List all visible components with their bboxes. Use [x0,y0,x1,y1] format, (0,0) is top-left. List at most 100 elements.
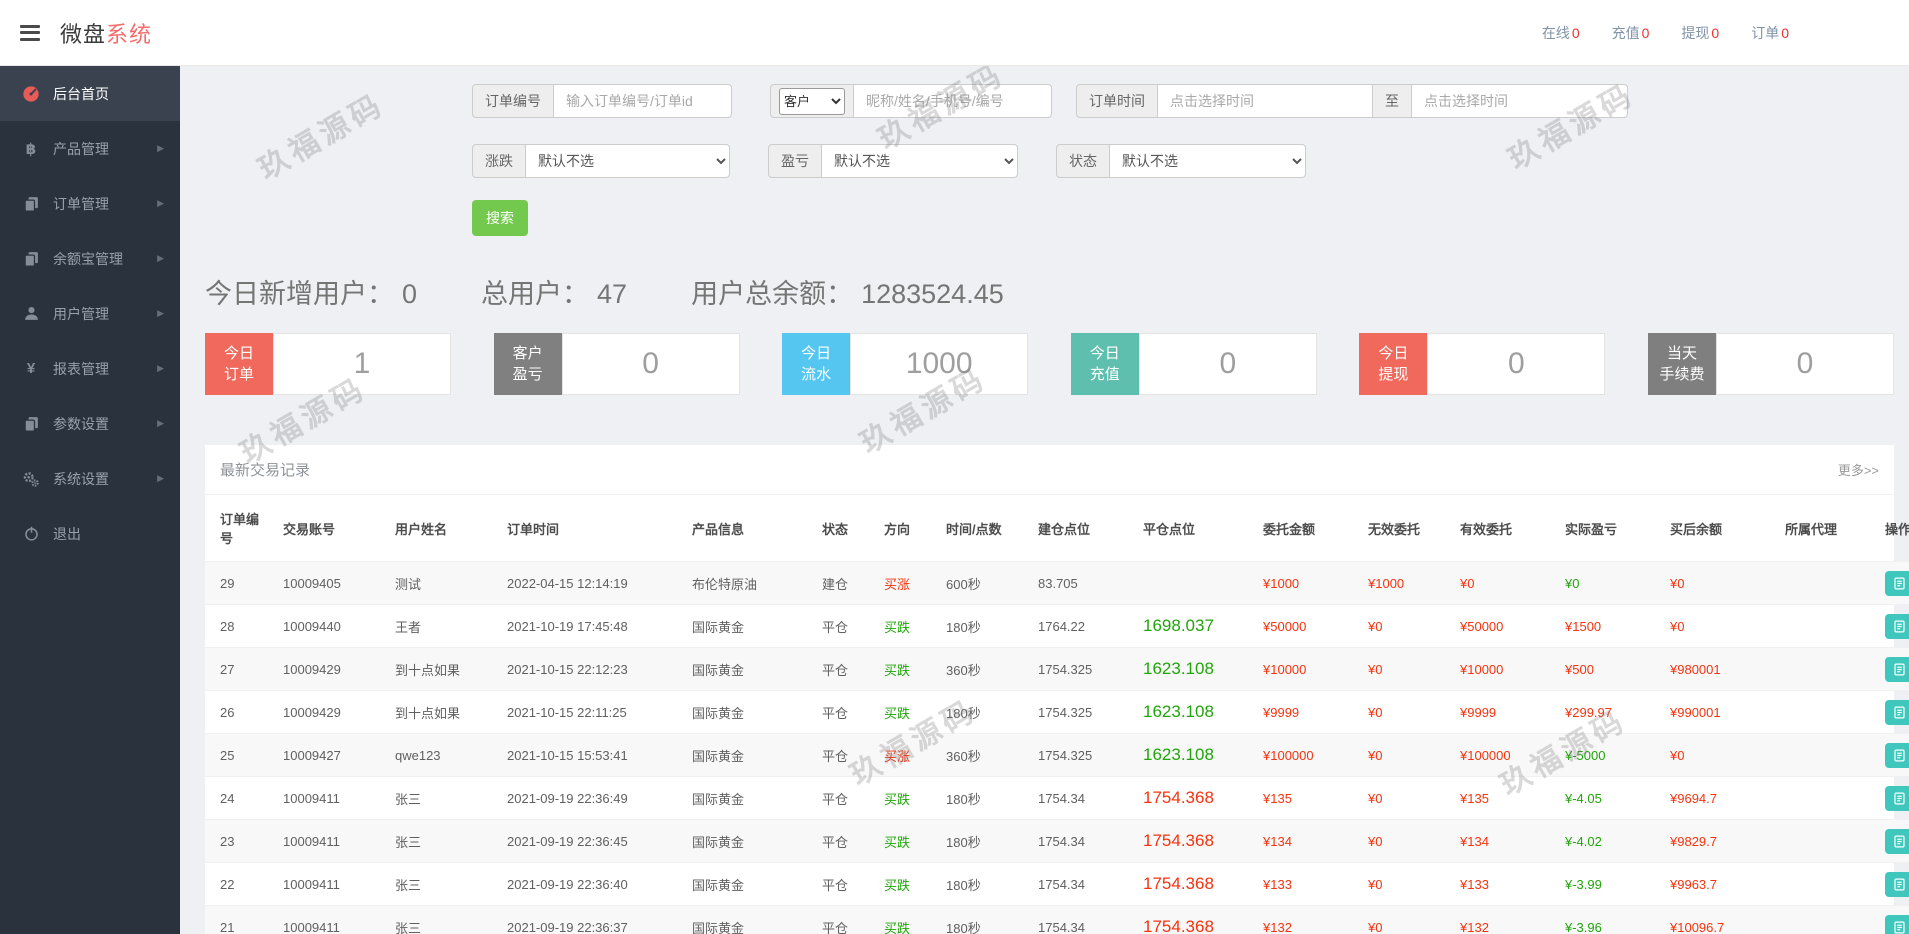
order-time-filter: 订单时间 至 [1076,84,1628,118]
sidebar-item-yuebao[interactable]: 余额宝管理 ▶ [0,231,180,286]
order-detail-button[interactable] [1885,915,1909,934]
column-header-dur: 时间/点数 [938,495,1030,562]
panel-header: 最新交易记录 更多>> [205,445,1894,495]
header-link-recharge[interactable]: 充值0 [1612,23,1650,43]
cell-dur: 180秒 [938,906,1030,934]
sidebar-item-params[interactable]: 参数设置 ▶ [0,396,180,451]
column-header-dir: 方向 [876,495,938,562]
cell-id: 27 [205,648,275,691]
search-button[interactable]: 搜索 [472,200,528,236]
stat-card-value: 0 [1427,333,1605,395]
copy-icon [22,195,40,213]
sidebar-item-users[interactable]: 用户管理 ▶ [0,286,180,341]
chevron-right-icon: ▶ [157,253,164,264]
cell-balance: ¥990001 [1662,691,1777,734]
cell-status: 平仓 [814,820,876,863]
stat-card: 客户盈亏 0 [494,333,740,395]
cell-profit: ¥-3.99 [1557,863,1662,906]
cell-agent [1777,863,1877,906]
cell-status: 平仓 [814,605,876,648]
cell-invalid: ¥0 [1360,820,1452,863]
cell-op [1877,648,1909,691]
cell-status: 平仓 [814,648,876,691]
cell-balance: ¥9829.7 [1662,820,1777,863]
profit-select[interactable]: 默认不选 [822,144,1018,178]
cell-profit: ¥-4.05 [1557,777,1662,820]
cell-balance: ¥10096.7 [1662,906,1777,934]
sidebar-item-label: 余额宝管理 [53,249,123,269]
cell-agent [1777,648,1877,691]
sidebar-item-orders[interactable]: 订单管理 ▶ [0,176,180,231]
list-icon [1892,877,1907,892]
admin-dashboard: 微盘系统 在线0 充值0 提现0 订单0 后台首页 ฿ 产品管理 ▶ 订单管理 … [0,0,1909,934]
order-no-input[interactable] [554,84,732,118]
header-link-withdraw[interactable]: 提现0 [1681,23,1719,43]
order-detail-button[interactable] [1885,700,1909,725]
cell-product: 国际黄金 [684,906,814,934]
cell-dir: 买跌 [876,863,938,906]
column-header-id: 订单编号 [205,495,275,562]
cell-amount: ¥9999 [1255,691,1360,734]
cell-product: 国际黄金 [684,691,814,734]
cell-name: qwe123 [387,734,499,777]
cell-status: 平仓 [814,691,876,734]
time-to-input[interactable] [1412,84,1628,118]
order-detail-button[interactable] [1885,614,1909,639]
updown-select[interactable]: 默认不选 [526,144,730,178]
cell-product: 国际黄金 [684,820,814,863]
sidebar-item-logout[interactable]: 退出 [0,506,180,561]
order-detail-button[interactable] [1885,872,1909,897]
order-detail-button[interactable] [1885,571,1909,596]
order-time-label: 订单时间 [1076,84,1158,118]
cell-id: 26 [205,691,275,734]
cell-time: 2021-09-19 22:36:40 [499,863,684,906]
column-header-product: 产品信息 [684,495,814,562]
cell-time: 2021-10-15 15:53:41 [499,734,684,777]
cell-name: 到十点如果 [387,648,499,691]
list-icon [1892,662,1907,677]
to-label: 至 [1372,84,1412,118]
cell-name: 王者 [387,605,499,648]
menu-toggle-icon[interactable] [20,21,42,44]
sidebar-item-reports[interactable]: ¥ 报表管理 ▶ [0,341,180,396]
order-detail-button[interactable] [1885,657,1909,682]
cell-balance: ¥980001 [1662,648,1777,691]
customer-type-select[interactable]: 客户 [779,88,845,115]
sidebar-item-system[interactable]: 系统设置 ▶ [0,451,180,506]
cell-balance: ¥0 [1662,734,1777,777]
table-row: 2710009429到十点如果2021-10-15 22:12:23国际黄金平仓… [205,648,1909,691]
cell-product: 国际黄金 [684,648,814,691]
cell-status: 建仓 [814,562,876,605]
cell-time: 2021-09-19 22:36:45 [499,820,684,863]
cell-close [1135,562,1255,605]
cell-time: 2021-10-15 22:12:23 [499,648,684,691]
sidebar-item-dashboard[interactable]: 后台首页 [0,66,180,121]
sidebar-item-products[interactable]: ฿ 产品管理 ▶ [0,121,180,176]
more-link[interactable]: 更多>> [1838,460,1879,479]
stat-card: 今日提现 0 [1359,333,1605,395]
stat-card-value: 0 [562,333,740,395]
chevron-right-icon: ▶ [157,198,164,209]
order-detail-button[interactable] [1885,829,1909,854]
status-select[interactable]: 默认不选 [1110,144,1306,178]
dashboard-icon [22,85,40,103]
cell-product: 国际黄金 [684,777,814,820]
today-new-users-stat: 今日新增用户：0 [205,272,425,311]
stat-card-label: 当天手续费 [1648,333,1716,395]
header-link-orders[interactable]: 订单0 [1751,23,1789,43]
order-detail-button[interactable] [1885,743,1909,768]
order-no-filter: 订单编号 [472,84,732,118]
brand-logo: 微盘系统 [60,17,152,49]
table-row: 2110009411张三2021-09-19 22:36:37国际黄金平仓买跌1… [205,906,1909,934]
cell-open: 83.705 [1030,562,1135,605]
cell-time: 2022-04-15 12:14:19 [499,562,684,605]
customer-keyword-input[interactable] [854,84,1052,118]
header-link-online[interactable]: 在线0 [1542,23,1580,43]
cell-dur: 180秒 [938,863,1030,906]
cell-dur: 180秒 [938,691,1030,734]
time-from-input[interactable] [1158,84,1372,118]
list-icon [1892,576,1907,591]
cell-valid: ¥132 [1452,906,1557,934]
panel-title: 最新交易记录 [220,459,310,480]
order-detail-button[interactable] [1885,786,1909,811]
